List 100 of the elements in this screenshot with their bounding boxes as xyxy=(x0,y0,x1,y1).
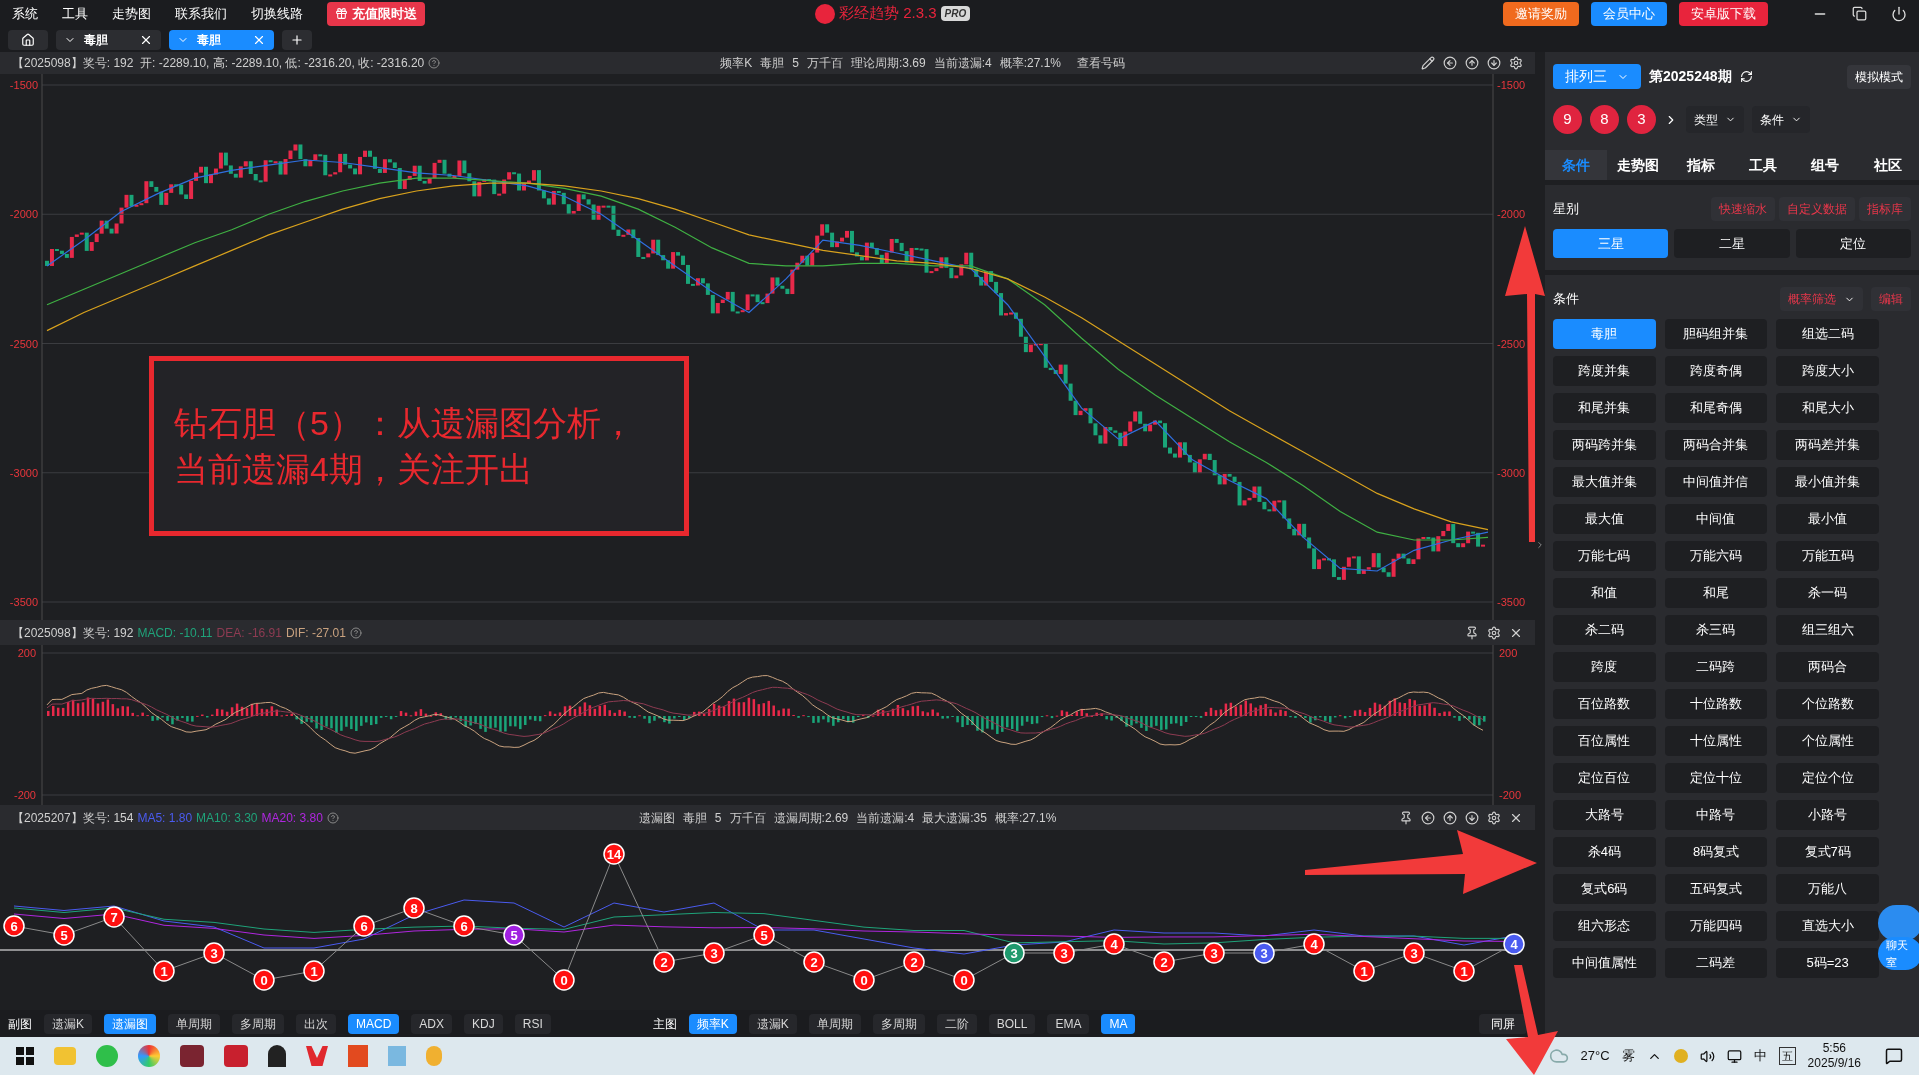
toolbar-button[interactable]: 遗漏K xyxy=(44,1013,92,1034)
condition-button[interactable]: 中间值并信 xyxy=(1664,467,1768,497)
condition-button[interactable]: 个位路数 xyxy=(1776,689,1879,719)
panel-tab[interactable]: 社区 xyxy=(1856,150,1919,180)
panel-tab[interactable]: 走势图 xyxy=(1607,150,1670,180)
help-icon[interactable] xyxy=(428,57,441,69)
help-icon[interactable] xyxy=(326,811,339,824)
condition-button[interactable]: 两码合并集 xyxy=(1664,430,1768,460)
condition-button[interactable]: 杀三码 xyxy=(1664,615,1768,645)
condition-button[interactable]: 和尾并集 xyxy=(1553,393,1656,423)
toolbar-button[interactable]: 多周期 xyxy=(872,1013,925,1034)
condition-button[interactable]: 二码跨 xyxy=(1664,652,1768,682)
back-icon[interactable] xyxy=(1443,56,1457,70)
mode-button[interactable]: 模拟模式 xyxy=(1847,64,1911,89)
condition-button[interactable]: 二码差 xyxy=(1664,948,1768,978)
browser-icon[interactable] xyxy=(138,1045,160,1067)
condition-button[interactable]: 杀一码 xyxy=(1776,578,1879,608)
condition-button[interactable]: 最大值 xyxy=(1553,504,1656,534)
refresh-icon[interactable] xyxy=(1739,70,1753,83)
start-icon[interactable] xyxy=(16,1047,34,1065)
app-icon[interactable] xyxy=(224,1045,248,1067)
back-icon[interactable] xyxy=(1421,810,1435,825)
document-tab[interactable]: 毒胆 xyxy=(56,29,161,50)
toolbar-button[interactable]: EMA xyxy=(1047,1013,1090,1034)
filter-dropdown[interactable]: 类型 xyxy=(1686,106,1744,133)
toolbar-button[interactable]: BOLL xyxy=(988,1013,1036,1034)
filter-dropdown[interactable]: 条件 xyxy=(1752,106,1810,133)
condition-button[interactable]: 和值 xyxy=(1553,578,1656,608)
app-icon[interactable] xyxy=(306,1046,328,1066)
condition-button[interactable]: 最小值 xyxy=(1776,504,1879,534)
condition-button[interactable]: 8码复式 xyxy=(1664,837,1768,867)
input-mode[interactable]: 五 xyxy=(1778,1046,1796,1066)
condition-button[interactable]: 五码复式 xyxy=(1664,874,1768,904)
network-icon[interactable] xyxy=(1726,1048,1742,1064)
star-option[interactable]: 定位 xyxy=(1795,229,1911,258)
condition-button[interactable]: 杀二码 xyxy=(1553,615,1656,645)
condition-button[interactable]: 复式7码 xyxy=(1776,837,1879,867)
view-numbers-link[interactable]: 查看号码 xyxy=(1077,54,1126,72)
condition-button[interactable]: 小路号 xyxy=(1776,800,1879,830)
input-method[interactable]: 中 xyxy=(1753,1046,1767,1066)
condition-button[interactable]: 跨度奇偶 xyxy=(1664,356,1768,386)
toolbar-button[interactable]: 二阶 xyxy=(936,1013,977,1034)
pin-icon[interactable] xyxy=(1399,810,1413,825)
condition-button[interactable]: 跨度大小 xyxy=(1776,356,1879,386)
condition-button[interactable]: 个位属性 xyxy=(1776,726,1879,756)
settings-icon[interactable] xyxy=(1509,56,1523,70)
panel-tab[interactable]: 组号 xyxy=(1794,150,1857,180)
condition-button[interactable]: 和尾 xyxy=(1664,578,1768,608)
panel-tab[interactable]: 工具 xyxy=(1732,150,1795,180)
pin-icon[interactable] xyxy=(1465,625,1479,640)
menu-item[interactable]: 切换线路 xyxy=(251,3,303,24)
condition-button[interactable]: 百位属性 xyxy=(1553,726,1656,756)
condition-button[interactable]: 杀4码 xyxy=(1553,837,1656,867)
up-icon[interactable] xyxy=(1443,810,1457,825)
toolbar-button[interactable]: 出次 xyxy=(296,1013,336,1034)
condition-button[interactable]: 组三组六 xyxy=(1776,615,1879,645)
condition-button[interactable]: 跨度并集 xyxy=(1553,356,1656,386)
add-tab-button[interactable] xyxy=(282,29,312,50)
condition-button[interactable]: 中间值属性 xyxy=(1553,948,1656,978)
panel-tab[interactable]: 条件 xyxy=(1545,150,1608,180)
condition-button[interactable]: 中间值 xyxy=(1664,504,1768,534)
condition-button[interactable]: 万能八 xyxy=(1776,874,1879,904)
settings-icon[interactable] xyxy=(1487,625,1501,640)
condition-button[interactable]: 最小值并集 xyxy=(1776,467,1879,497)
toolbar-button[interactable]: RSI xyxy=(514,1013,551,1034)
condition-button[interactable]: 两码差并集 xyxy=(1776,430,1879,460)
promo-button[interactable]: 充值限时送 xyxy=(327,1,425,26)
help-icon[interactable] xyxy=(349,626,362,639)
condition-button[interactable]: 和尾奇偶 xyxy=(1664,393,1768,423)
condition-button[interactable]: 组六形态 xyxy=(1553,911,1656,941)
toolbar-button[interactable]: KDJ xyxy=(464,1013,503,1034)
notification-icon[interactable] xyxy=(1885,1047,1903,1065)
condition-button[interactable]: 最大值并集 xyxy=(1553,467,1656,497)
condition-button[interactable]: 万能七码 xyxy=(1553,541,1656,571)
toolbar-button[interactable]: 单周期 xyxy=(808,1013,861,1034)
condition-button[interactable]: 万能五码 xyxy=(1776,541,1879,571)
app-icon[interactable] xyxy=(180,1045,204,1067)
up-icon[interactable] xyxy=(1465,56,1479,70)
condition-button[interactable]: 万能四码 xyxy=(1664,911,1768,941)
star-option[interactable]: 二星 xyxy=(1674,229,1790,258)
toolbar-button[interactable]: ADX xyxy=(411,1013,453,1034)
menu-item[interactable]: 走势图 xyxy=(112,3,151,24)
condition-button[interactable]: 十位路数 xyxy=(1664,689,1768,719)
condition-button[interactable]: 两码跨并集 xyxy=(1553,430,1656,460)
condition-button[interactable]: 定位十位 xyxy=(1664,763,1768,793)
down-icon[interactable] xyxy=(1487,56,1501,70)
condition-button[interactable]: 定位个位 xyxy=(1776,763,1879,793)
condition-button[interactable]: 组选二码 xyxy=(1776,319,1879,349)
toolbar-button[interactable]: 多周期 xyxy=(232,1013,284,1034)
condition-button[interactable]: 和尾大小 xyxy=(1776,393,1879,423)
volume-icon[interactable] xyxy=(1699,1048,1715,1064)
edit-icon[interactable] xyxy=(1421,56,1435,70)
panel-tab[interactable]: 指标 xyxy=(1669,150,1732,180)
condition-button[interactable]: 百位路数 xyxy=(1553,689,1656,719)
condition-button[interactable]: 直选大小 xyxy=(1776,911,1879,941)
same-screen-button[interactable]: 同屏 xyxy=(1479,1013,1527,1034)
power-icon[interactable] xyxy=(1891,5,1907,22)
condition-button[interactable]: 5码=23 xyxy=(1776,948,1879,978)
toolbar-button[interactable]: 单周期 xyxy=(168,1013,220,1034)
condition-button[interactable]: 胆码组并集 xyxy=(1664,319,1768,349)
